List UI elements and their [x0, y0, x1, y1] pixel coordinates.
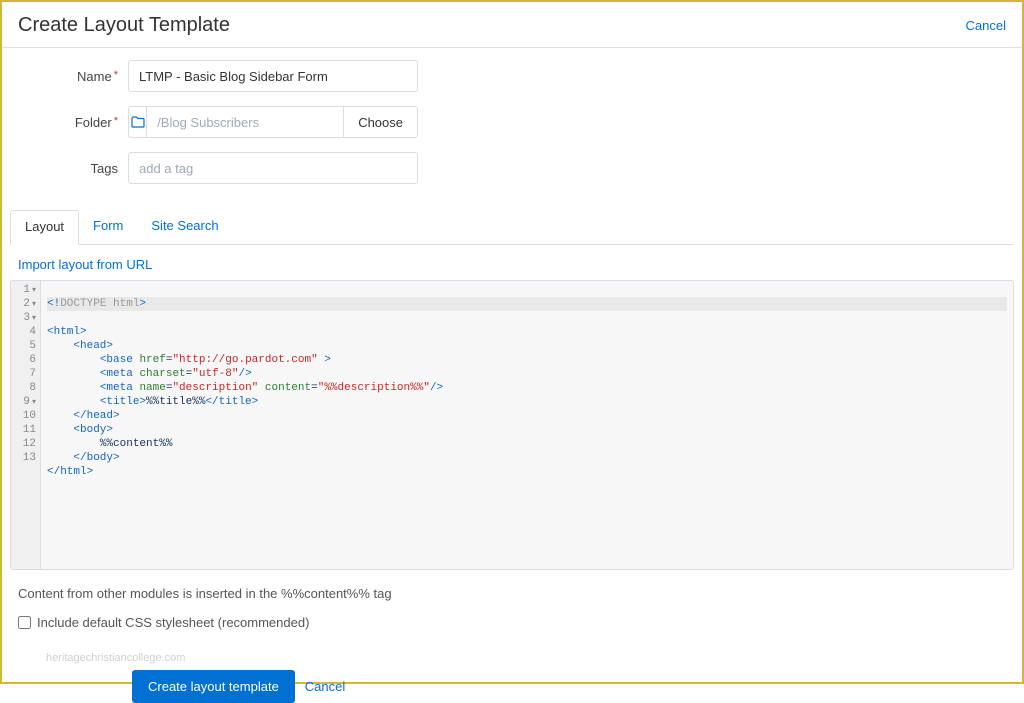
watermark-text: heritagechristiancollege.com	[2, 642, 1022, 664]
name-label: Name	[18, 69, 128, 84]
choose-button[interactable]: Choose	[343, 106, 418, 138]
tab-layout[interactable]: Layout	[10, 210, 79, 245]
include-css-checkbox[interactable]	[18, 616, 31, 629]
content-note: Content from other modules is inserted i…	[2, 570, 1022, 609]
tags-input[interactable]	[128, 152, 418, 184]
include-css-label: Include default CSS stylesheet (recommen…	[37, 615, 309, 630]
code-gutter: 1 2 3 4 5 6 7 8 9 10 11 12 13	[11, 281, 41, 569]
code-area[interactable]: <!DOCTYPE html> <html> <head> <base href…	[41, 281, 1013, 569]
folder-label: Folder	[18, 115, 128, 130]
tags-label: Tags	[18, 161, 128, 176]
create-layout-button[interactable]: Create layout template	[132, 670, 295, 703]
tab-site-search[interactable]: Site Search	[137, 210, 232, 244]
code-editor[interactable]: 1 2 3 4 5 6 7 8 9 10 11 12 13 <!DOCTYPE …	[10, 280, 1014, 570]
tab-form[interactable]: Form	[79, 210, 137, 244]
cancel-link-top[interactable]: Cancel	[966, 18, 1006, 33]
folder-path-input	[146, 106, 343, 138]
import-layout-link[interactable]: Import layout from URL	[2, 245, 1022, 280]
tab-bar: Layout Form Site Search	[10, 210, 1014, 245]
cancel-link-bottom[interactable]: Cancel	[305, 679, 345, 694]
page-title: Create Layout Template	[18, 14, 230, 37]
folder-icon	[128, 106, 146, 138]
name-input[interactable]	[128, 60, 418, 92]
